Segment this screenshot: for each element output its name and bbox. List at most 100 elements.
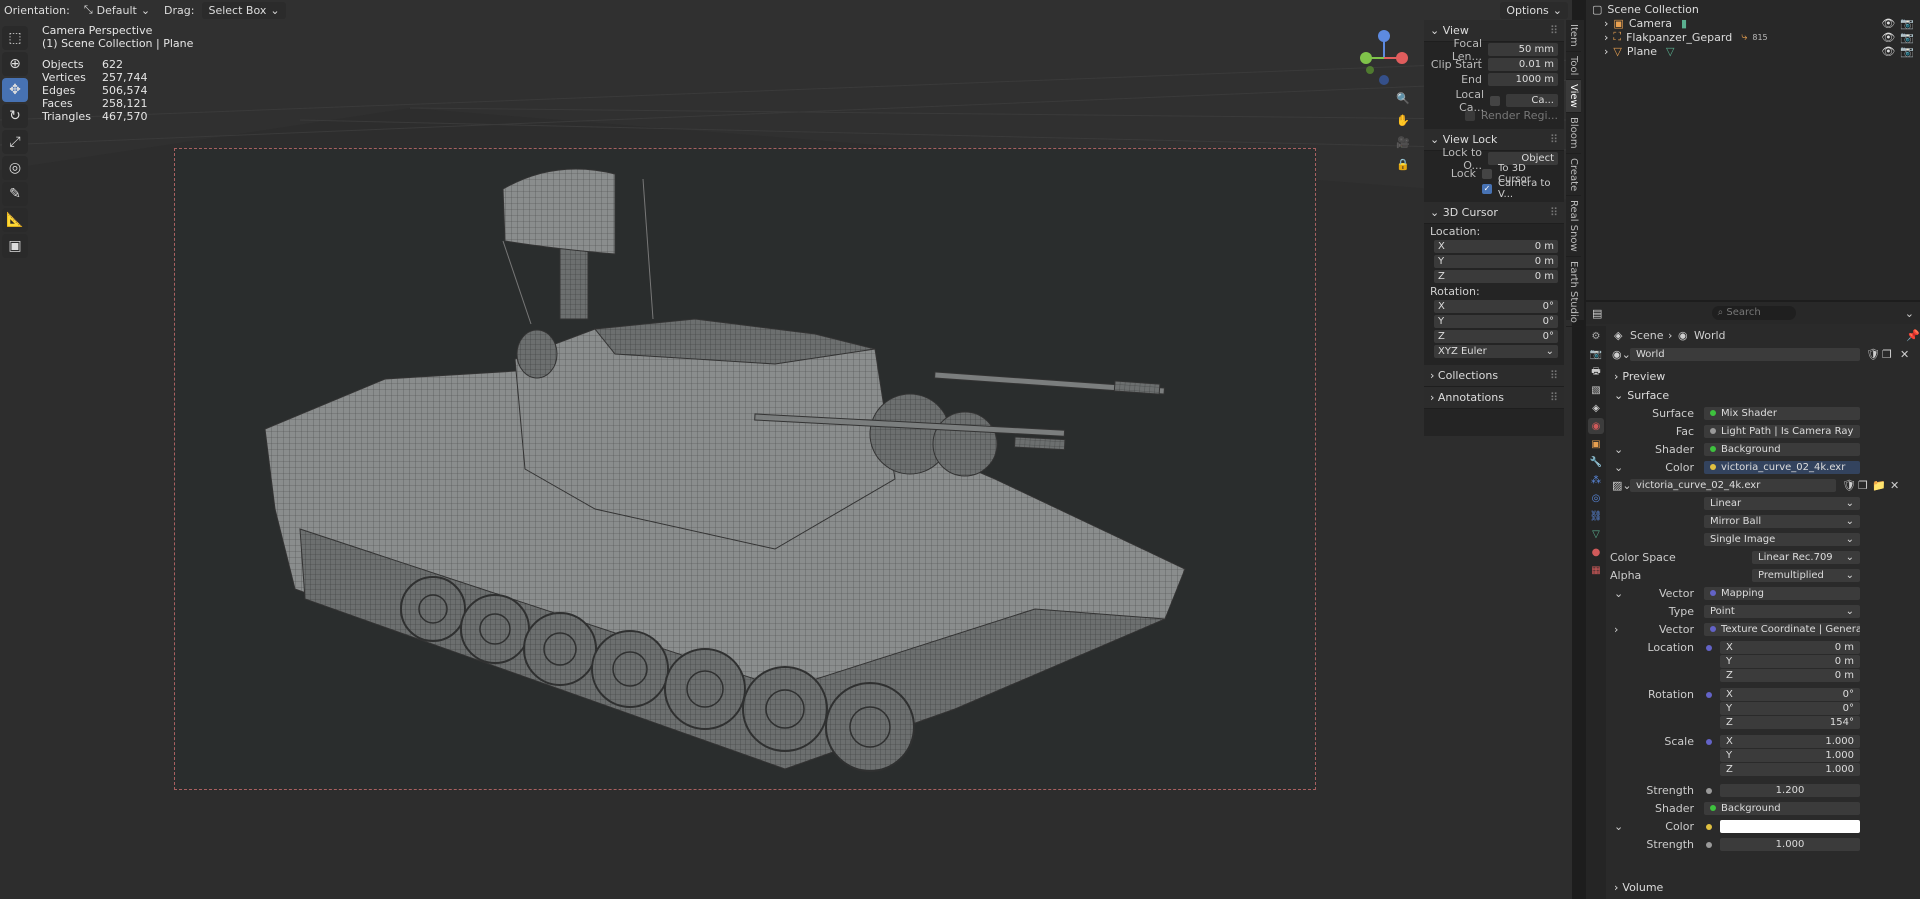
particles-tab-icon[interactable]: ⁂ — [1588, 472, 1604, 488]
texcoord-field[interactable]: Texture Coordinate | Generated — [1704, 623, 1860, 636]
local-camera-field[interactable]: Ca... — [1506, 94, 1558, 107]
preview-panel-header[interactable]: › Preview — [1608, 368, 1920, 384]
cursor-rot-x[interactable]: X 0° — [1424, 299, 1564, 314]
vector-mapping-field[interactable]: Mapping — [1704, 587, 1860, 600]
annotations-header[interactable]: › Annotations ⠿ — [1424, 387, 1564, 409]
render-camera-icon[interactable]: 📷 — [1900, 45, 1914, 58]
render-tab-icon[interactable]: 📷 — [1588, 346, 1604, 362]
measure-tool[interactable]: 📐 — [2, 208, 28, 232]
collections-header[interactable]: › Collections ⠿ — [1424, 365, 1564, 387]
local-camera-checkbox[interactable] — [1490, 95, 1500, 106]
render-camera-icon[interactable]: 📷 — [1900, 31, 1914, 44]
tab-tool[interactable]: Tool — [1566, 52, 1581, 81]
surface-panel-header[interactable]: ⌄ Surface — [1608, 387, 1920, 403]
tab-item[interactable]: Item — [1566, 20, 1581, 52]
close-icon[interactable]: ✕ — [1900, 348, 1909, 361]
render-camera-icon[interactable]: 📷 — [1900, 17, 1914, 30]
rotation-x-field[interactable]: X 0° — [1720, 688, 1860, 701]
add-cube-tool[interactable]: ▣ — [2, 234, 28, 258]
camera-icon[interactable]: 🎥 — [1396, 136, 1412, 158]
tab-view[interactable]: View — [1566, 80, 1581, 113]
cursor-loc-z[interactable]: Z0 m — [1424, 269, 1564, 284]
outliner-item-flakpanzer[interactable]: › ⛶ Flakpanzer_Gepard ⤷ 815 👁 📷 — [1586, 30, 1920, 44]
projection-dropdown[interactable]: Mirror Ball ⌄ — [1704, 515, 1860, 528]
select-box-tool[interactable]: ⬚ — [2, 26, 28, 50]
hand-icon[interactable]: ✋ — [1396, 114, 1412, 136]
duplicate-icon[interactable]: ❐ — [1882, 348, 1892, 361]
3d-viewport[interactable]: Orientation: ⤡ Default ⌄ Drag: Select Bo… — [0, 0, 1572, 899]
rotate-tool[interactable]: ↻ — [2, 104, 28, 128]
render-region-checkbox[interactable] — [1464, 110, 1475, 121]
lock-icon[interactable]: 🔒 — [1396, 158, 1412, 180]
mapping-type-dropdown[interactable]: Point ⌄ — [1704, 605, 1860, 618]
surface-shader-field[interactable]: Mix Shader — [1704, 407, 1860, 420]
world-name-field[interactable]: World — [1630, 348, 1860, 361]
source-dropdown[interactable]: Single Image ⌄ — [1704, 533, 1860, 546]
outliner-item-plane[interactable]: › ▽ Plane ▽ 👁 📷 — [1586, 44, 1920, 58]
scale-y-field[interactable]: Y 1.000 — [1720, 749, 1860, 762]
eye-icon[interactable]: 👁 — [1881, 17, 1895, 30]
pin-icon[interactable]: 📌 — [1906, 329, 1920, 342]
annotate-tool[interactable]: ✎ — [2, 182, 28, 206]
cursor-rot-y[interactable]: Y 0° — [1424, 314, 1564, 329]
rotation-mode-dropdown[interactable]: XYZ Euler ⌄ — [1424, 344, 1564, 359]
tank-model[interactable] — [175, 149, 1317, 791]
camera-to-view-checkbox[interactable]: ✓ — [1482, 183, 1492, 194]
colorspace-dropdown[interactable]: Linear Rec.709 ⌄ — [1752, 551, 1860, 564]
close-icon[interactable]: ✕ — [1890, 479, 1899, 492]
location-y-field[interactable]: Y0 m — [1720, 655, 1860, 668]
tab-create[interactable]: Create — [1566, 154, 1581, 196]
move-tool[interactable]: ✥ — [2, 78, 28, 102]
image-name-field[interactable]: victoria_curve_02_4k.exr — [1630, 479, 1836, 492]
scene-collection-row[interactable]: ▢ Scene Collection — [1586, 2, 1920, 16]
clip-start-field[interactable]: 0.01 m — [1488, 58, 1558, 71]
cursor-loc-x[interactable]: X0 m — [1424, 239, 1564, 254]
scale-x-field[interactable]: X 1.000 — [1720, 735, 1860, 748]
cursor-loc-y[interactable]: Y0 m — [1424, 254, 1564, 269]
cursor-tool[interactable]: ⊕ — [2, 52, 28, 76]
scale-tool[interactable]: ⤢ — [2, 130, 28, 154]
navigation-gizmo[interactable] — [1352, 28, 1416, 92]
object-tab-icon[interactable]: ▣ — [1588, 436, 1604, 452]
material-tab-icon[interactable]: ● — [1588, 544, 1604, 560]
editor-type-icon[interactable]: ▤ — [1592, 307, 1602, 320]
fake-user-icon[interactable]: 🛡 — [1866, 348, 1880, 361]
scale-z-field[interactable]: Z 1.000 — [1720, 763, 1860, 776]
folder-icon[interactable]: 📁 — [1872, 479, 1886, 492]
location-x-field[interactable]: X0 m — [1720, 641, 1860, 654]
rotation-y-field[interactable]: Y 0° — [1720, 702, 1860, 715]
focal-length-field[interactable]: 50 mm — [1488, 43, 1558, 56]
cursor-rot-z[interactable]: Z 0° — [1424, 329, 1564, 344]
alpha-dropdown[interactable]: Premultiplied ⌄ — [1752, 569, 1860, 582]
eye-icon[interactable]: 👁 — [1881, 31, 1895, 44]
3d-cursor-header[interactable]: ⌄ 3D Cursor ⠿ — [1424, 202, 1564, 224]
zoom-icon[interactable]: 🔍 — [1396, 92, 1412, 114]
scene-tab-icon[interactable]: ◈ — [1588, 400, 1604, 416]
texture-tab-icon[interactable]: ▦ — [1588, 562, 1604, 578]
options-button[interactable]: Options ⌄ — [1500, 1, 1568, 19]
tab-real-snow[interactable]: Real Snow — [1566, 196, 1581, 257]
strength-field[interactable]: 1.200 — [1720, 784, 1860, 797]
view-layer-tab-icon[interactable]: ▧ — [1588, 382, 1604, 398]
tool-tab-icon[interactable]: ⚙ — [1588, 328, 1604, 344]
eye-icon[interactable]: 👁 — [1881, 45, 1895, 58]
interpolation-dropdown[interactable]: Linear ⌄ — [1704, 497, 1860, 510]
color-texture-field[interactable]: victoria_curve_02_4k.exr — [1704, 461, 1860, 474]
tab-earth-studio[interactable]: Earth Studio — [1566, 257, 1581, 328]
world-browse-icon[interactable]: ◉⌄ — [1612, 348, 1631, 361]
physics-tab-icon[interactable]: ◎ — [1588, 490, 1604, 506]
modifier-tab-icon[interactable]: 🔧 — [1588, 454, 1604, 470]
fac-field[interactable]: Light Path | Is Camera Ray — [1704, 425, 1860, 438]
data-tab-icon[interactable]: ▽ — [1588, 526, 1604, 542]
strength2-field[interactable]: 1.000 — [1720, 838, 1860, 851]
volume-panel-header[interactable]: › Volume — [1608, 879, 1920, 895]
tab-bloom[interactable]: Bloom — [1566, 113, 1581, 154]
world-tab-icon[interactable]: ◉ — [1588, 418, 1604, 434]
output-tab-icon[interactable]: 🖶 — [1588, 364, 1604, 380]
rotation-z-field[interactable]: Z 154° — [1720, 716, 1860, 729]
image-browse-icon[interactable]: ▨⌄ — [1612, 479, 1632, 492]
shader-field[interactable]: Background — [1704, 443, 1860, 456]
color-swatch[interactable] — [1720, 820, 1860, 833]
location-z-field[interactable]: Z0 m — [1720, 669, 1860, 682]
transform-tool[interactable]: ◎ — [2, 156, 28, 180]
